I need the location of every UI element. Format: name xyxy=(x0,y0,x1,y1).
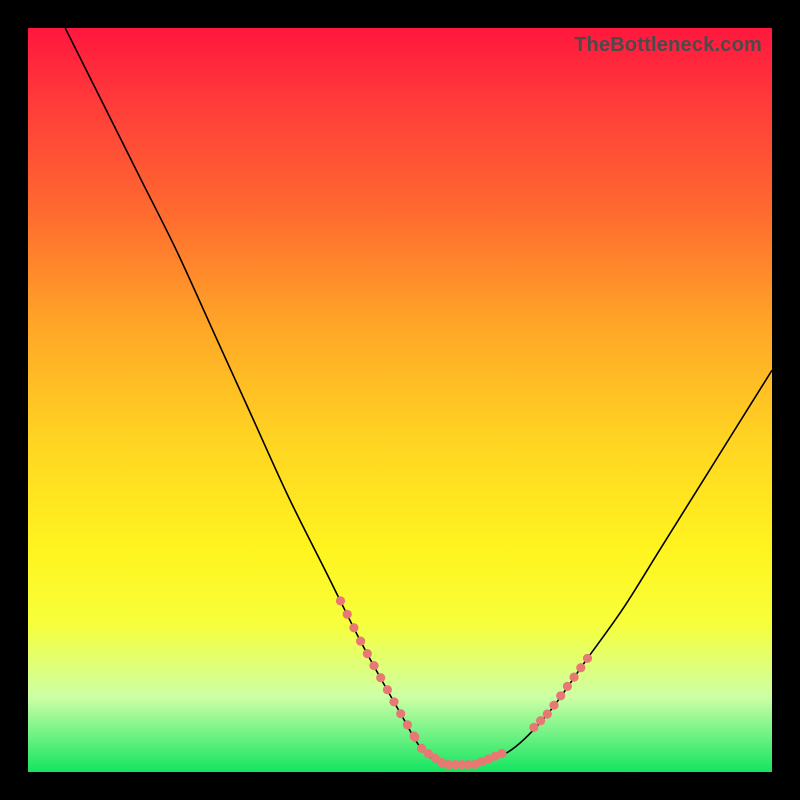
highlight-dot xyxy=(363,649,372,658)
highlight-dot xyxy=(349,623,358,632)
highlight-dot xyxy=(376,673,385,682)
bottleneck-curve-line xyxy=(65,28,772,766)
highlight-dot xyxy=(529,723,538,732)
highlight-dot xyxy=(543,709,552,718)
highlight-dot xyxy=(396,709,405,718)
highlight-dot xyxy=(536,716,545,725)
highlight-dot xyxy=(563,682,572,691)
highlight-dot xyxy=(497,749,506,758)
highlight-dot xyxy=(383,685,392,694)
highlight-dot xyxy=(576,663,585,672)
highlight-dot xyxy=(403,720,412,729)
chart-plot-area: TheBottleneck.com xyxy=(28,28,772,772)
highlight-dot xyxy=(583,654,592,663)
highlight-dot xyxy=(336,596,345,605)
highlight-dot xyxy=(549,701,558,710)
highlight-dot xyxy=(389,697,398,706)
highlight-dot xyxy=(570,673,579,682)
bottleneck-curve-svg xyxy=(28,28,772,772)
highlight-dots-group xyxy=(336,596,592,769)
highlight-dot xyxy=(343,610,352,619)
highlight-dot xyxy=(410,733,419,742)
highlight-dot xyxy=(356,637,365,646)
highlight-dot xyxy=(369,661,378,670)
highlight-dot xyxy=(556,691,565,700)
